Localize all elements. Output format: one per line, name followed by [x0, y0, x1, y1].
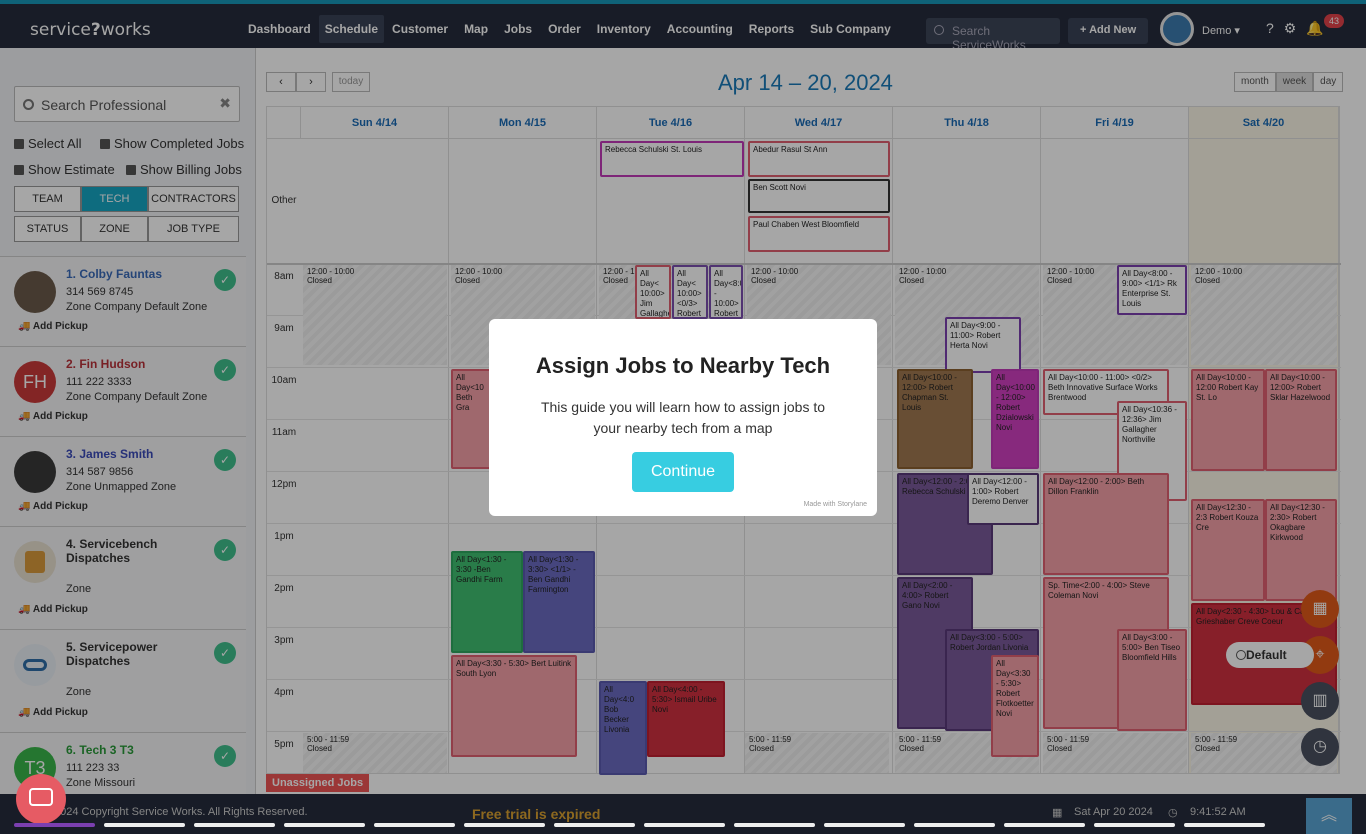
progress-step: [194, 823, 275, 827]
progress-step: [374, 823, 455, 827]
modal-title: Assign Jobs to Nearby Tech: [535, 353, 831, 378]
progress-step: [824, 823, 905, 827]
guide-modal: Assign Jobs to Nearby Tech This guide yo…: [489, 319, 877, 516]
progress-step: [1004, 823, 1085, 827]
progress-step: [1094, 823, 1175, 827]
continue-button[interactable]: Continue: [632, 452, 734, 492]
made-with-text: Made with Storylane: [803, 501, 867, 508]
guide-progress: [14, 823, 1265, 827]
modal-body: This guide you will learn how to assign …: [540, 399, 826, 436]
progress-step: [914, 823, 995, 827]
chat-icon: [29, 788, 53, 806]
progress-step: [104, 823, 185, 827]
progress-step: [14, 823, 95, 827]
progress-step: [1184, 823, 1265, 827]
chat-button[interactable]: [16, 774, 66, 824]
progress-step: [644, 823, 725, 827]
progress-step: [554, 823, 635, 827]
progress-step: [284, 823, 365, 827]
progress-step: [734, 823, 815, 827]
progress-step: [464, 823, 545, 827]
